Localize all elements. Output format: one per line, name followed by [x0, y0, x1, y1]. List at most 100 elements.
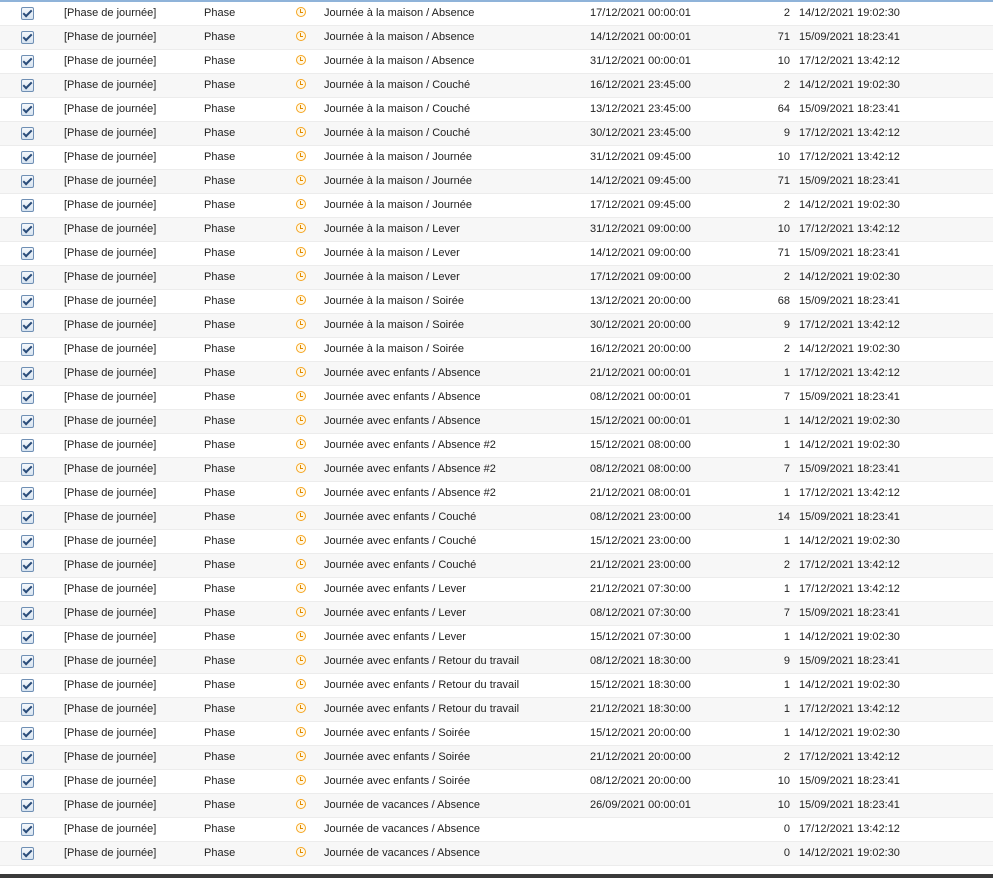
checkbox-checked-icon[interactable]	[21, 775, 34, 788]
checkbox-checked-icon[interactable]	[21, 151, 34, 164]
row-select-cell[interactable]	[20, 74, 36, 97]
checkbox-checked-icon[interactable]	[21, 271, 34, 284]
row-select-cell[interactable]	[20, 194, 36, 217]
row-select-cell[interactable]	[20, 626, 36, 649]
checkbox-checked-icon[interactable]	[21, 631, 34, 644]
row-select-cell[interactable]	[20, 242, 36, 265]
checkbox-checked-icon[interactable]	[21, 79, 34, 92]
checkbox-checked-icon[interactable]	[21, 223, 34, 236]
checkbox-checked-icon[interactable]	[21, 415, 34, 428]
row-select-cell[interactable]	[20, 2, 36, 25]
row-select-cell[interactable]	[20, 722, 36, 745]
row-select-cell[interactable]	[20, 530, 36, 553]
table-row[interactable]: [Phase de journée] Phase Journée avec enfa…	[0, 626, 993, 650]
checkbox-checked-icon[interactable]	[21, 55, 34, 68]
table-row[interactable]: [Phase de journée] Phase Journée avec enfa…	[0, 362, 993, 386]
row-select-cell[interactable]	[20, 290, 36, 313]
row-select-cell[interactable]	[20, 338, 36, 361]
checkbox-checked-icon[interactable]	[21, 607, 34, 620]
row-select-cell[interactable]	[20, 602, 36, 625]
row-select-cell[interactable]	[20, 50, 36, 73]
table-row[interactable]: [Phase de journée] Phase Journée avec enfa…	[0, 482, 993, 506]
table-row[interactable]: [Phase de journée] Phase Journée à la mais…	[0, 146, 993, 170]
checkbox-checked-icon[interactable]	[21, 511, 34, 524]
row-select-cell[interactable]	[20, 26, 36, 49]
row-select-cell[interactable]	[20, 434, 36, 457]
table-row[interactable]: [Phase de journée] Phase Journée de vacanc…	[0, 794, 993, 818]
checkbox-checked-icon[interactable]	[21, 463, 34, 476]
table-row[interactable]: [Phase de journée] Phase Journée avec enfa…	[0, 722, 993, 746]
table-row[interactable]: [Phase de journée] Phase Journée à la mais…	[0, 194, 993, 218]
row-select-cell[interactable]	[20, 146, 36, 169]
table-row[interactable]: [Phase de journée] Phase Journée avec enfa…	[0, 578, 993, 602]
row-select-cell[interactable]	[20, 170, 36, 193]
checkbox-checked-icon[interactable]	[21, 535, 34, 548]
table-row[interactable]: [Phase de journée] Phase Journée avec enfa…	[0, 770, 993, 794]
checkbox-checked-icon[interactable]	[21, 487, 34, 500]
row-select-cell[interactable]	[20, 794, 36, 817]
checkbox-checked-icon[interactable]	[21, 391, 34, 404]
row-select-cell[interactable]	[20, 386, 36, 409]
checkbox-checked-icon[interactable]	[21, 367, 34, 380]
table-row[interactable]: [Phase de journée] Phase Journée à la mais…	[0, 2, 993, 26]
checkbox-checked-icon[interactable]	[21, 583, 34, 596]
row-select-cell[interactable]	[20, 746, 36, 769]
checkbox-checked-icon[interactable]	[21, 439, 34, 452]
row-select-cell[interactable]	[20, 818, 36, 841]
row-select-cell[interactable]	[20, 506, 36, 529]
checkbox-checked-icon[interactable]	[21, 127, 34, 140]
row-select-cell[interactable]	[20, 698, 36, 721]
checkbox-checked-icon[interactable]	[21, 103, 34, 116]
checkbox-checked-icon[interactable]	[21, 31, 34, 44]
table-row[interactable]: [Phase de journée] Phase Journée avec enfa…	[0, 530, 993, 554]
table-row[interactable]: [Phase de journée] Phase Journée à la mais…	[0, 338, 993, 362]
row-select-cell[interactable]	[20, 578, 36, 601]
checkbox-checked-icon[interactable]	[21, 847, 34, 860]
row-select-cell[interactable]	[20, 482, 36, 505]
checkbox-checked-icon[interactable]	[21, 319, 34, 332]
row-select-cell[interactable]	[20, 650, 36, 673]
table-row[interactable]: [Phase de journée] Phase Journée avec enfa…	[0, 698, 993, 722]
row-select-cell[interactable]	[20, 554, 36, 577]
row-select-cell[interactable]	[20, 674, 36, 697]
row-select-cell[interactable]	[20, 770, 36, 793]
checkbox-checked-icon[interactable]	[21, 7, 34, 20]
table-row[interactable]: [Phase de journée] Phase Journée à la mais…	[0, 218, 993, 242]
checkbox-checked-icon[interactable]	[21, 823, 34, 836]
checkbox-checked-icon[interactable]	[21, 799, 34, 812]
table-row[interactable]: [Phase de journée] Phase Journée avec enfa…	[0, 410, 993, 434]
row-select-cell[interactable]	[20, 98, 36, 121]
table-row[interactable]: [Phase de journée] Phase Journée à la mais…	[0, 122, 993, 146]
table-row[interactable]: [Phase de journée] Phase Journée à la mais…	[0, 314, 993, 338]
table-row[interactable]: [Phase de journée] Phase Journée avec enfa…	[0, 602, 993, 626]
checkbox-checked-icon[interactable]	[21, 343, 34, 356]
table-row[interactable]: [Phase de journée] Phase Journée avec enfa…	[0, 506, 993, 530]
table-row[interactable]: [Phase de journée] Phase Journée avec enfa…	[0, 650, 993, 674]
table-row[interactable]: [Phase de journée] Phase Journée à la mais…	[0, 242, 993, 266]
table-row[interactable]: [Phase de journée] Phase Journée avec enfa…	[0, 458, 993, 482]
checkbox-checked-icon[interactable]	[21, 559, 34, 572]
table-row[interactable]: [Phase de journée] Phase Journée de vacanc…	[0, 842, 993, 866]
table-row[interactable]: [Phase de journée] Phase Journée à la mais…	[0, 74, 993, 98]
table-row[interactable]: [Phase de journée] Phase Journée à la mais…	[0, 50, 993, 74]
row-select-cell[interactable]	[20, 842, 36, 865]
checkbox-checked-icon[interactable]	[21, 655, 34, 668]
table-row[interactable]: [Phase de journée] Phase Journée avec enfa…	[0, 434, 993, 458]
table-row[interactable]: [Phase de journée] Phase Journée à la mais…	[0, 170, 993, 194]
table-row[interactable]: [Phase de journée] Phase Journée avec enfa…	[0, 554, 993, 578]
row-select-cell[interactable]	[20, 218, 36, 241]
table-row[interactable]: [Phase de journée] Phase Journée à la mais…	[0, 98, 993, 122]
row-select-cell[interactable]	[20, 458, 36, 481]
row-select-cell[interactable]	[20, 314, 36, 337]
checkbox-checked-icon[interactable]	[21, 679, 34, 692]
table-row[interactable]: [Phase de journée] Phase Journée à la mais…	[0, 266, 993, 290]
row-select-cell[interactable]	[20, 122, 36, 145]
row-select-cell[interactable]	[20, 410, 36, 433]
checkbox-checked-icon[interactable]	[21, 703, 34, 716]
table-row[interactable]: [Phase de journée] Phase Journée avec enfa…	[0, 386, 993, 410]
row-select-cell[interactable]	[20, 266, 36, 289]
table-row[interactable]: [Phase de journée] Phase Journée avec enfa…	[0, 746, 993, 770]
table-row[interactable]: [Phase de journée] Phase Journée à la mais…	[0, 26, 993, 50]
table-row[interactable]: [Phase de journée] Phase Journée à la mais…	[0, 290, 993, 314]
checkbox-checked-icon[interactable]	[21, 727, 34, 740]
